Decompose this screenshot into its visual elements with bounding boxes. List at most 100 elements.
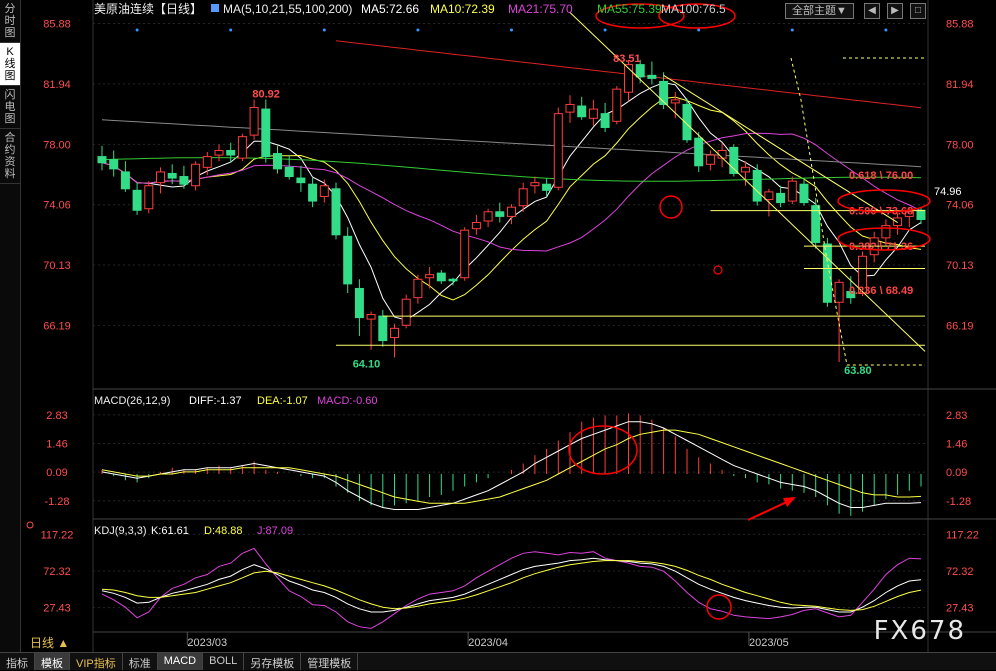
- candle-body: [237, 136, 247, 159]
- kdj-j-line: [101, 547, 922, 629]
- fib-label-2: 0.382 \ 71.36: [849, 241, 913, 253]
- expand-button[interactable]: □: [910, 3, 926, 19]
- macd-axis-right-label: 0.09: [946, 467, 967, 479]
- sidebar-char: 时: [4, 15, 16, 27]
- tab-template[interactable]: 模板: [35, 653, 70, 670]
- scroll-right-button[interactable]: ▶: [887, 3, 903, 19]
- kdj-axis-right-label: 27.43: [946, 603, 974, 615]
- sidebar-char: 线: [4, 58, 16, 70]
- event-dot: [322, 28, 326, 32]
- kdj-axis-left-label: 27.43: [43, 603, 71, 615]
- candle-body: [471, 222, 481, 230]
- period-selector[interactable]: 日线 ▲: [30, 634, 69, 651]
- theme-dropdown-button[interactable]: 全部主题▼: [785, 3, 854, 19]
- scroll-left-button[interactable]: ◀: [864, 3, 880, 19]
- current-price-label: 74.96: [934, 186, 962, 198]
- candle-body: [261, 108, 271, 158]
- candle-body: [226, 149, 236, 156]
- candle-body: [273, 153, 282, 170]
- event-dot: [603, 28, 607, 32]
- candle-body: [436, 272, 446, 282]
- ma10-value: MA10:72.39: [430, 2, 495, 16]
- macd-diff-value: DIFF:-1.37: [189, 395, 242, 407]
- candle-body: [413, 278, 423, 299]
- candle-body: [635, 64, 645, 78]
- chart-title: 美原油连续【日线】: [94, 1, 202, 16]
- tab-boll[interactable]: BOLL: [203, 653, 245, 670]
- arrow-head: [783, 497, 796, 507]
- candle-body: [354, 287, 364, 319]
- price-axis-right-label: 70.13: [946, 260, 974, 272]
- sidebar-char: 资: [4, 156, 16, 168]
- price-axis-left-label: 78.00: [43, 139, 71, 151]
- candle-body: [179, 176, 189, 185]
- candle-body: [799, 183, 809, 204]
- kdj-d-value: D:48.88: [204, 525, 243, 537]
- fx678-watermark: FX678: [873, 616, 966, 646]
- macd-axis-left-label: 2.83: [46, 410, 67, 422]
- candle-body: [612, 88, 622, 122]
- tab-macd[interactable]: MACD: [157, 653, 204, 670]
- price-axis-left-label: 74.06: [43, 200, 71, 212]
- kdj-k-line: [101, 557, 922, 613]
- candle-body: [811, 205, 821, 243]
- ma5-value: MA5:72.66: [361, 2, 419, 16]
- candle-body: [284, 166, 294, 178]
- candle-body: [296, 177, 306, 184]
- candle-body: [144, 185, 154, 210]
- candle-body: [752, 169, 762, 202]
- candle-body: [343, 235, 353, 285]
- sidebar-char: 料: [4, 168, 16, 180]
- sidebar-item-kline[interactable]: K 线 图: [0, 43, 20, 86]
- price-axis-left-label: 81.94: [43, 79, 71, 91]
- candle-body: [202, 156, 212, 168]
- kdj-axis-left-label: 117.22: [41, 529, 74, 541]
- macd-dea-line: [101, 429, 922, 504]
- macd-macd-value: MACD:-0.60: [317, 395, 378, 407]
- candle-body: [109, 159, 119, 170]
- kdj-axis-right-label: 72.32: [946, 566, 974, 578]
- macd-axis-left-label: 1.46: [46, 438, 67, 450]
- tab-indicator[interactable]: 指标: [0, 653, 35, 670]
- date-label: 2023/04: [468, 637, 508, 649]
- macd-axis-right-label: 1.46: [946, 438, 967, 450]
- tab-vip-indicator[interactable]: VIP指标: [70, 653, 123, 670]
- candle-body: [530, 182, 540, 187]
- price-axis-right-label: 74.06: [946, 200, 974, 212]
- candle-body: [378, 315, 388, 342]
- sidebar-char: 约: [4, 144, 16, 156]
- ma21-value: MA21:75.70: [508, 2, 573, 16]
- sidebar-char: 闪: [4, 89, 16, 101]
- macd-axis-right-label: 2.83: [946, 410, 967, 422]
- ma-legend-square: [211, 4, 219, 12]
- sidebar-item-flash[interactable]: 闪 电 图: [0, 86, 20, 129]
- macd-axis-left-label: -1.28: [44, 496, 69, 508]
- event-dot: [790, 28, 794, 32]
- candle-body: [647, 74, 657, 79]
- candle-body: [600, 113, 610, 128]
- candle-body: [787, 180, 797, 202]
- candle-body: [588, 108, 598, 119]
- kdj-label: KDJ(9,3,3): [94, 525, 147, 537]
- tab-manage-template[interactable]: 管理模板: [301, 653, 359, 670]
- event-dot: [229, 28, 233, 32]
- candle-body: [694, 137, 704, 167]
- price-axis-right-label: 81.94: [946, 79, 974, 91]
- kline-chart[interactable]: 85.88 85.88 81.94 81.94 78.00 78.00 74.06 74.06…: [21, 0, 996, 652]
- date-label: 2023/05: [749, 637, 789, 649]
- candle-body: [308, 183, 318, 202]
- sidebar-item-timeshare[interactable]: 分 时 图: [0, 0, 20, 43]
- tab-save-template[interactable]: 另存模板: [244, 653, 302, 670]
- price-axis-left-label: 85.88: [43, 19, 71, 31]
- tab-standard[interactable]: 标准: [123, 653, 158, 670]
- kdj-k-value: K:61.61: [151, 525, 189, 537]
- candle-body: [893, 217, 903, 227]
- kdj-axis-right-label: 117.22: [946, 529, 979, 541]
- ma10-line: [101, 96, 922, 301]
- ma55-value: MA55:75.39: [597, 2, 662, 16]
- sidebar-item-contract-info[interactable]: 合 约 资 料: [0, 129, 20, 184]
- price-axis-left-label: 70.13: [43, 260, 71, 272]
- candle-body: [97, 156, 107, 164]
- ma55-line: [101, 157, 922, 182]
- candle-body: [366, 314, 376, 320]
